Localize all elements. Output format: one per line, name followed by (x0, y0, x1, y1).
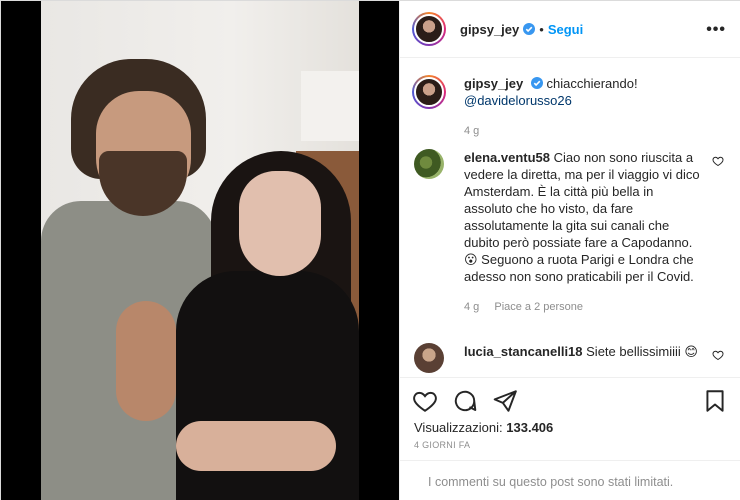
avatar-image (414, 14, 444, 44)
separator-dot: • (539, 21, 544, 37)
avatar[interactable] (412, 12, 446, 46)
share-paper-plane-icon[interactable] (492, 388, 518, 414)
view-count[interactable]: Visualizzazioni: 133.406 (414, 420, 553, 435)
caption-username[interactable]: gipsy_jey (464, 76, 523, 91)
save-bookmark-icon[interactable] (702, 388, 728, 414)
comment-avatar[interactable] (414, 343, 444, 373)
post-date[interactable]: 4 GIORNI FA (414, 440, 470, 450)
post-actions: Visualizzazioni: 133.406 4 GIORNI FA I c… (400, 377, 740, 500)
video-frame[interactable] (41, 1, 359, 500)
caption-body: gipsy_jey chiacchierando! @davidelorusso… (464, 75, 732, 140)
comment-item: elena.ventu58 Ciao non sono riuscita a v… (412, 149, 732, 316)
man-arm (116, 301, 176, 421)
comment-bubble-icon[interactable] (452, 388, 478, 414)
comment-text: Siete bellissimiiii 😊 (586, 344, 698, 359)
more-options-icon[interactable]: ••• (706, 21, 726, 39)
comments-limited-notice: I commenti su questo post sono stati lim… (400, 460, 740, 500)
views-value: 133.406 (506, 420, 554, 435)
header-username[interactable]: gipsy_jey (460, 22, 519, 37)
comment-text: Ciao non sono riuscita a vedere la diret… (464, 150, 700, 284)
woman-face (239, 171, 321, 276)
comment-avatar[interactable] (414, 149, 444, 179)
comment-likes-link[interactable]: Piace a 2 persone (494, 301, 583, 313)
like-heart-icon[interactable] (412, 388, 438, 414)
caption-meta: 4 g (464, 123, 732, 140)
comment-item: lucia_stancanelli18 Siete bellissimiiii … (412, 343, 732, 373)
views-label: Visualizzazioni: (414, 420, 503, 435)
comment-username[interactable]: lucia_stancanelli18 (464, 344, 583, 359)
comment-username[interactable]: elena.ventu58 (464, 150, 550, 165)
instagram-post: gipsy_jey • Segui ••• gipsy_jey chiacchi… (0, 0, 740, 500)
caption-mention-link[interactable]: @davidelorusso26 (464, 93, 572, 108)
comment-time[interactable]: 4 g (464, 301, 479, 313)
follow-button[interactable]: Segui (548, 22, 583, 37)
woman-arm (176, 421, 336, 471)
comment-body: elena.ventu58 Ciao non sono riuscita a v… (464, 149, 704, 316)
background-window (301, 71, 359, 141)
caption-text: chiacchierando! (546, 76, 638, 91)
comments-list[interactable]: gipsy_jey chiacchierando! @davidelorusso… (400, 59, 740, 377)
caption: gipsy_jey chiacchierando! @davidelorusso… (412, 75, 732, 140)
caption-avatar[interactable] (412, 75, 446, 109)
like-comment-heart-icon[interactable] (712, 155, 724, 167)
caption-time[interactable]: 4 g (464, 125, 479, 137)
comment-meta: 4 g Piace a 2 persone (464, 299, 704, 316)
verified-badge-icon (523, 23, 536, 35)
avatar-image (414, 77, 444, 107)
post-media[interactable] (1, 1, 399, 500)
like-comment-heart-icon[interactable] (712, 349, 724, 361)
verified-badge-icon (530, 77, 543, 89)
post-side-panel: gipsy_jey • Segui ••• gipsy_jey chiacchi… (399, 1, 740, 500)
comment-body: lucia_stancanelli18 Siete bellissimiiii … (464, 343, 704, 360)
post-header: gipsy_jey • Segui ••• (400, 1, 740, 58)
